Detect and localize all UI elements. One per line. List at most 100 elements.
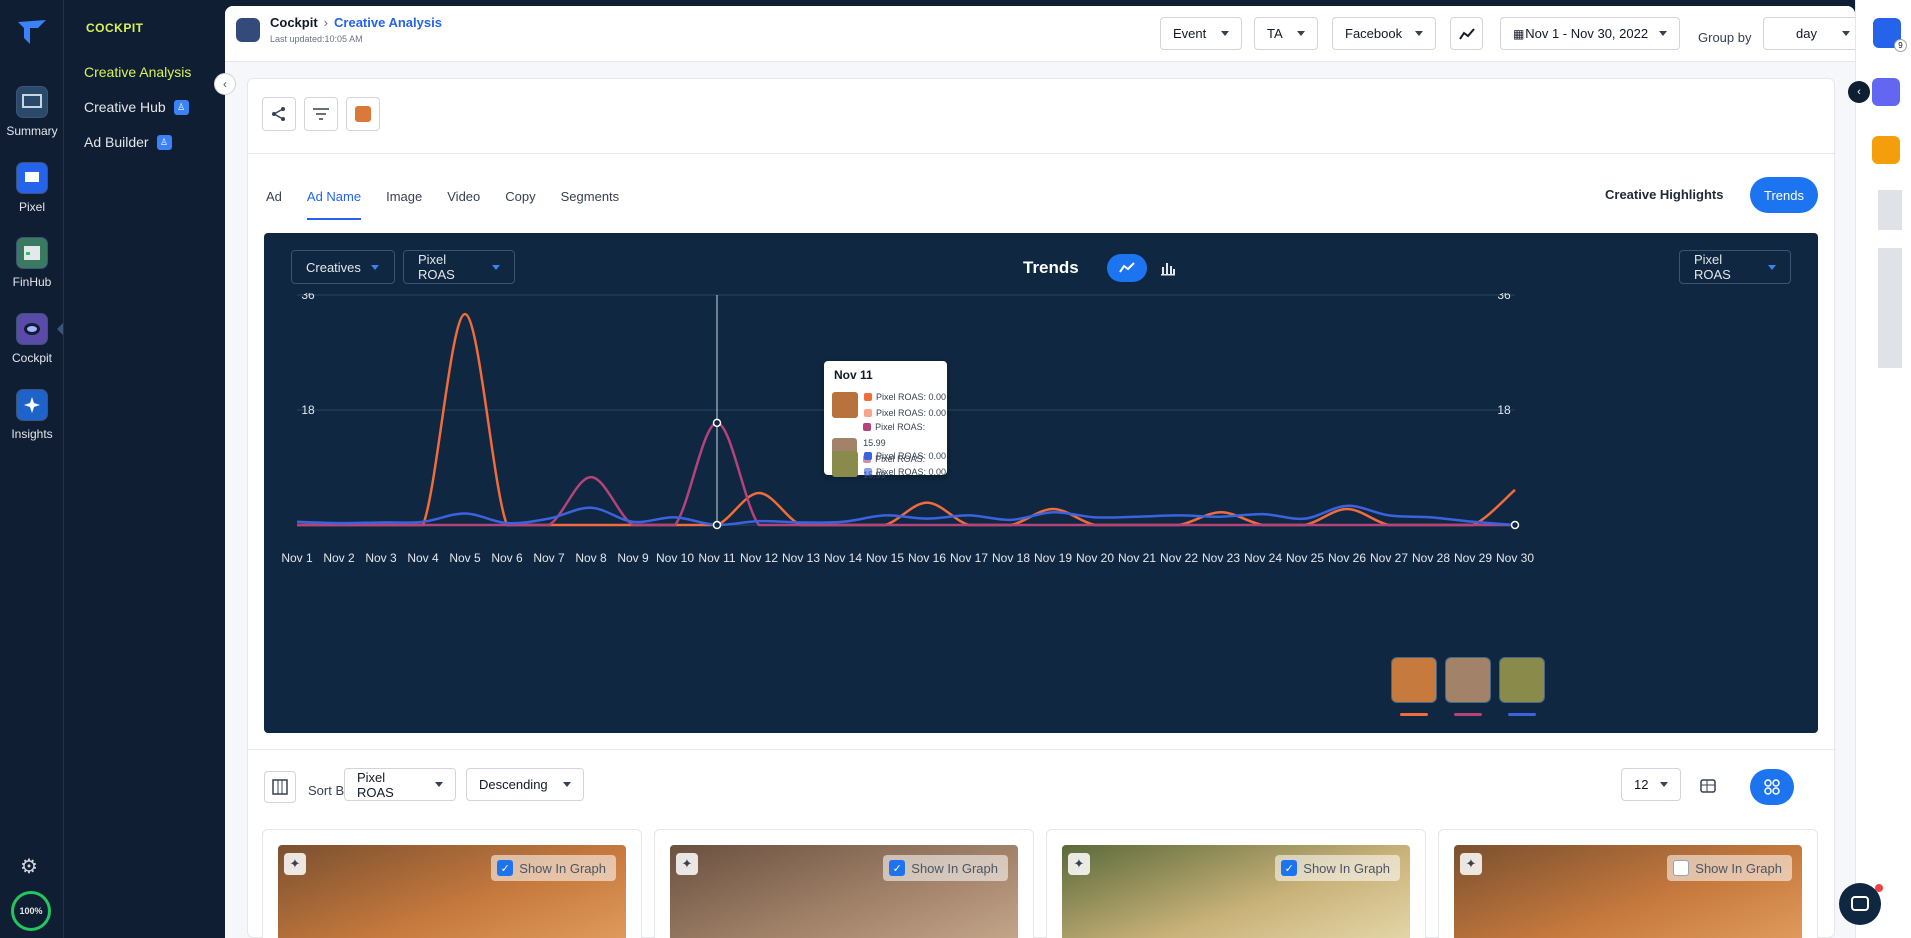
tab-segments[interactable]: Segments bbox=[561, 189, 620, 220]
creative-image: ✦ Show In Graph bbox=[1454, 845, 1802, 938]
sparkle-icon[interactable]: ✦ bbox=[1460, 853, 1482, 875]
table-view-icon[interactable] bbox=[1699, 777, 1717, 795]
breadcrumb-current[interactable]: Creative Analysis bbox=[334, 15, 442, 30]
creative-image: ✦ ✓ Show In Graph bbox=[278, 845, 626, 938]
sidebar-item-ad-builder[interactable]: Ad Builder ♙ bbox=[84, 134, 172, 150]
sparkle-icon[interactable]: ✦ bbox=[676, 853, 698, 875]
caret-down-icon bbox=[1415, 31, 1423, 36]
checkbox[interactable] bbox=[1673, 860, 1690, 876]
caret-down-icon bbox=[1297, 31, 1305, 36]
sidebar-item-creative-analysis[interactable]: Creative Analysis bbox=[84, 64, 191, 80]
x-tick-label: Nov 26 bbox=[1328, 551, 1366, 565]
sidebar-item-creative-hub[interactable]: Creative Hub ♙ bbox=[84, 99, 189, 115]
sidebar-item-label: Creative Analysis bbox=[84, 64, 192, 80]
series-line-3 bbox=[296, 504, 1516, 527]
creatives-dropdown[interactable]: Creatives bbox=[291, 250, 395, 284]
sort-order-dropdown[interactable]: Descending bbox=[466, 768, 584, 801]
profile-icon[interactable] bbox=[1872, 136, 1900, 164]
per-page-dropdown[interactable]: 12 bbox=[1621, 768, 1681, 801]
trends-line-chart[interactable]: 18 18 36 36 Nov 1 Nov 2 Nov 3 Nov 4 Nov 5 Nov 6 No… bbox=[264, 293, 1818, 593]
sparkle-icon[interactable]: ✦ bbox=[1068, 853, 1090, 875]
show-in-graph-label: Show In Graph bbox=[911, 860, 998, 876]
breadcrumb-root[interactable]: Cockpit bbox=[270, 15, 318, 30]
tab-ad[interactable]: Ad bbox=[266, 189, 282, 220]
notification-dot bbox=[1875, 884, 1883, 892]
last-updated: Last updated:10:05 AM bbox=[270, 34, 363, 44]
creative-card[interactable]: ✦ ✓ Show In Graph bbox=[654, 829, 1034, 938]
platform-dropdown[interactable]: Facebook bbox=[1332, 17, 1436, 50]
right-rail-collapse-button[interactable]: ‹ bbox=[1848, 81, 1870, 103]
group-by-dropdown[interactable]: day bbox=[1763, 17, 1855, 50]
rail-label: Summary bbox=[6, 124, 58, 138]
sort-field-dropdown[interactable]: Pixel ROAS bbox=[344, 768, 456, 801]
creative-card[interactable]: ✦ ✓ Show In Graph bbox=[262, 829, 642, 938]
sidebar-collapse-button[interactable]: ‹ bbox=[214, 73, 236, 95]
show-in-graph-toggle[interactable]: ✓ Show In Graph bbox=[883, 855, 1008, 881]
legend-color-bar bbox=[1508, 713, 1536, 716]
right-metric-dropdown[interactable]: Pixel ROAS bbox=[1679, 250, 1791, 284]
trends-chart-panel: Creatives Pixel ROAS Trends Pixel ROAS 1… bbox=[264, 233, 1818, 733]
rail-item-cockpit[interactable]: Cockpit bbox=[0, 313, 64, 365]
user-avatar[interactable]: 9 bbox=[1873, 18, 1907, 52]
sort-order-label: Descending bbox=[479, 777, 548, 792]
legend-creative-2[interactable] bbox=[1445, 657, 1491, 703]
ta-dropdown[interactable]: TA bbox=[1254, 17, 1318, 50]
grid-view-button[interactable] bbox=[1750, 769, 1794, 805]
event-dropdown[interactable]: Event bbox=[1160, 17, 1242, 50]
x-tick-label: Nov 6 bbox=[491, 551, 523, 565]
x-tick-label: Nov 29 bbox=[1454, 551, 1492, 565]
grid-icon bbox=[1764, 779, 1780, 795]
tooltip-row: Pixel ROAS: 0.00 Pixel ROAS: 0.00 bbox=[832, 389, 946, 421]
active-indicator bbox=[57, 323, 63, 335]
caret-down-icon bbox=[370, 264, 379, 270]
line-chart-toggle[interactable] bbox=[1107, 254, 1147, 282]
legend-creative-1[interactable] bbox=[1391, 657, 1437, 703]
rail-label: Pixel bbox=[18, 200, 45, 214]
show-in-graph-toggle[interactable]: ✓ Show In Graph bbox=[1275, 855, 1400, 881]
group-by-label: Group by bbox=[1698, 30, 1752, 45]
right-metric-dropdown-label: Pixel ROAS bbox=[1694, 252, 1731, 282]
show-in-graph-toggle[interactable]: Show In Graph bbox=[1667, 855, 1792, 881]
rail-item-pixel[interactable]: Pixel bbox=[0, 162, 64, 214]
tab-copy[interactable]: Copy bbox=[505, 189, 535, 220]
x-tick-label: Nov 17 bbox=[950, 551, 988, 565]
metric-dropdown[interactable]: Pixel ROAS bbox=[403, 250, 515, 284]
sparkle-icon[interactable]: ✦ bbox=[284, 853, 306, 875]
share-button[interactable] bbox=[262, 97, 296, 131]
rail-label: Cockpit bbox=[11, 351, 52, 365]
checkbox[interactable]: ✓ bbox=[889, 860, 906, 876]
chat-icon bbox=[1851, 896, 1869, 911]
show-in-graph-toggle[interactable]: ✓ Show In Graph bbox=[491, 855, 616, 881]
ad-preview-button[interactable] bbox=[346, 97, 380, 131]
trend-chart-button[interactable] bbox=[1450, 17, 1483, 50]
checkbox[interactable]: ✓ bbox=[497, 860, 514, 876]
sidebar-title: COCKPIT bbox=[86, 21, 144, 35]
filter-icon bbox=[313, 108, 329, 120]
sidebar-item-label: Creative Hub bbox=[84, 99, 166, 115]
creative-card[interactable]: ✦ Show In Graph bbox=[1438, 829, 1818, 938]
creative-highlights-link[interactable]: Creative Highlights bbox=[1605, 187, 1723, 202]
filter-button[interactable] bbox=[304, 97, 338, 131]
group-by-value: day bbox=[1796, 26, 1817, 41]
analysis-card: Ad Ad Name Image Video Copy Segments Cre… bbox=[247, 78, 1836, 938]
assistant-icon[interactable] bbox=[1872, 78, 1900, 106]
gear-icon[interactable]: ⚙ bbox=[20, 854, 38, 879]
rail-item-insights[interactable]: Insights bbox=[0, 389, 64, 441]
legend-creative-3[interactable] bbox=[1499, 657, 1545, 703]
trends-button[interactable]: Trends bbox=[1750, 177, 1818, 213]
brand-logo-icon[interactable] bbox=[16, 18, 48, 46]
creative-thumbnail bbox=[832, 392, 858, 418]
creative-card[interactable]: ✦ ✓ Show In Graph bbox=[1046, 829, 1426, 938]
tab-image[interactable]: Image bbox=[386, 189, 422, 220]
creative-thumbnail bbox=[832, 451, 858, 477]
rail-item-finhub[interactable]: FinHub bbox=[0, 237, 64, 289]
tab-video[interactable]: Video bbox=[447, 189, 480, 220]
checkbox[interactable]: ✓ bbox=[1281, 860, 1298, 876]
bar-chart-icon[interactable] bbox=[1160, 260, 1176, 276]
divider bbox=[248, 153, 1836, 154]
columns-button[interactable] bbox=[264, 771, 296, 803]
y-tick-label: 18 bbox=[301, 403, 315, 417]
rail-item-summary[interactable]: Summary bbox=[0, 86, 64, 138]
date-range-picker[interactable]: ▦ Nov 1 - Nov 30, 2022 bbox=[1500, 17, 1680, 50]
tab-ad-name[interactable]: Ad Name bbox=[306, 189, 362, 220]
